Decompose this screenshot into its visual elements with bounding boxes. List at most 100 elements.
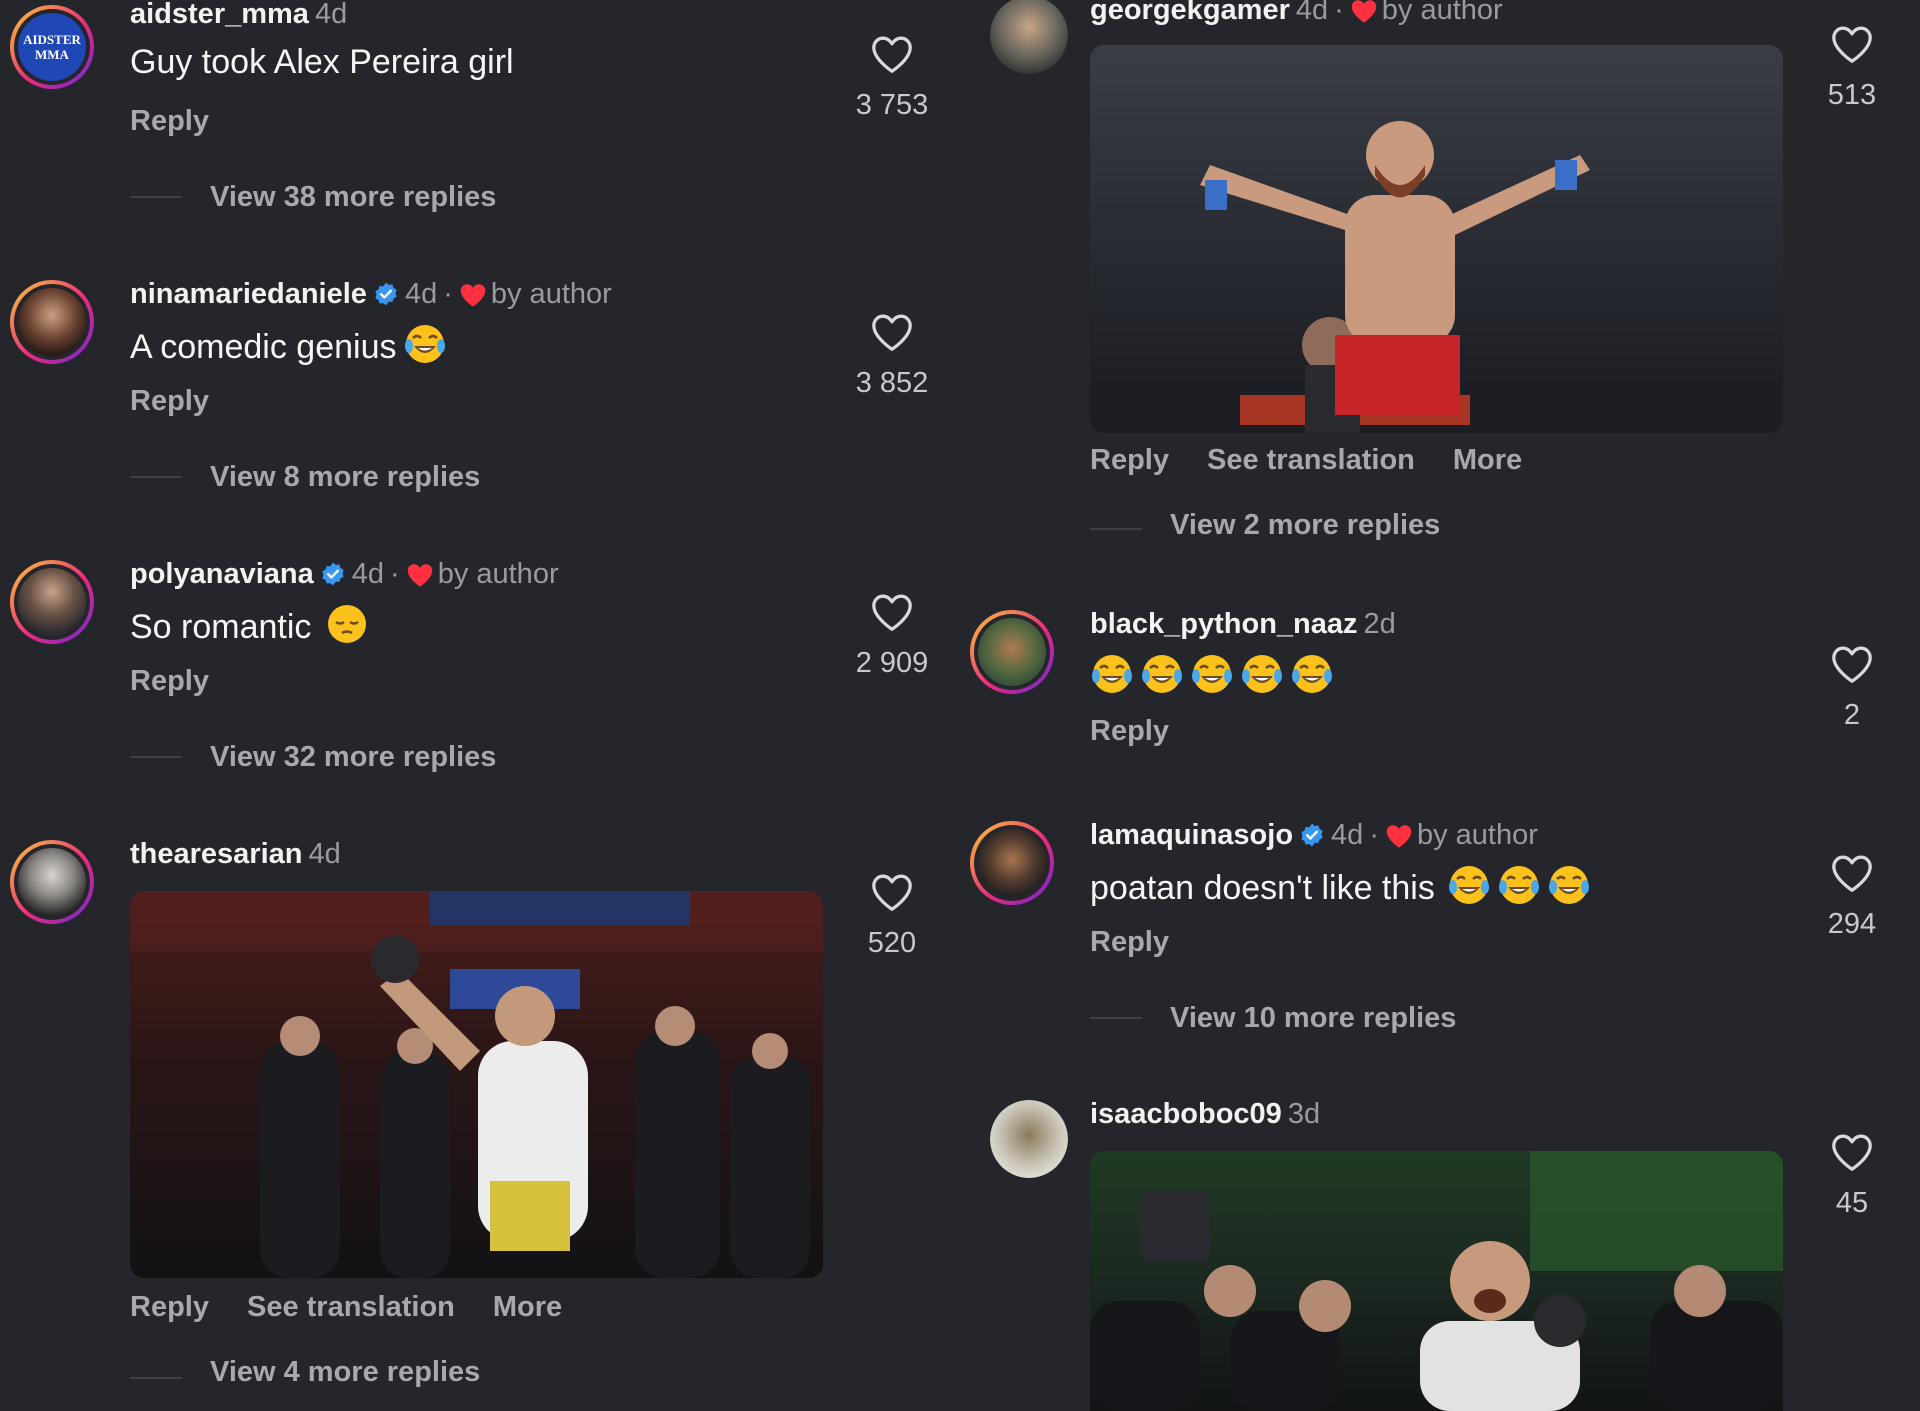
comment-text-content: A comedic genius	[130, 328, 397, 366]
comment-aidster-mma: AIDSTER MMA aidster_mma 4d Guy took Alex …	[0, 0, 960, 250]
gif-media-fighter-entrance[interactable]	[1090, 1151, 1783, 1411]
avatar[interactable]	[10, 840, 94, 924]
comment-header: lamaquinasojo 4d · by author	[1090, 818, 1538, 852]
view-replies-button[interactable]: View 2 more replies	[1170, 508, 1440, 542]
comment-georgekgamer: georgekgamer 4d · by author Reply See tr…	[960, 0, 1920, 556]
comment-text	[1084, 652, 1334, 697]
username[interactable]: aidster_mma	[130, 0, 309, 30]
face-with-tears-of-joy-emoji	[1292, 655, 1332, 693]
comment-actions: Reply See translation More	[1090, 443, 1560, 477]
like-count: 2 909	[855, 647, 929, 679]
view-replies-button[interactable]: View 4 more replies	[210, 1355, 480, 1389]
like-count: 2	[1843, 699, 1861, 731]
like-control: 2 909	[832, 592, 952, 680]
heart-outline-icon[interactable]	[870, 312, 914, 352]
timestamp: 2d	[1363, 608, 1396, 640]
comment-text: A comedic genius	[130, 322, 447, 367]
face-with-tears-of-joy-emoji	[1498, 866, 1539, 904]
timestamp: 4d	[314, 0, 348, 30]
gif-image	[1090, 1151, 1783, 1411]
liked-by-author-label: by author	[1416, 819, 1538, 851]
comment-actions: Reply	[1090, 714, 1207, 748]
face-with-tears-of-joy-emoji	[1142, 655, 1182, 693]
comment-text: So romantic	[130, 602, 369, 647]
avatar[interactable]	[10, 280, 94, 364]
view-replies-button[interactable]: View 38 more replies	[210, 180, 496, 214]
see-translation-button[interactable]: See translation	[247, 1291, 455, 1323]
reply-button[interactable]: Reply	[130, 105, 209, 137]
view-replies-button[interactable]: View 32 more replies	[210, 740, 496, 774]
username[interactable]: thearesarian	[130, 838, 303, 870]
liked-by-author-label: by author	[490, 278, 612, 310]
reply-button[interactable]: Reply	[130, 385, 209, 417]
reply-button[interactable]: Reply	[130, 1291, 209, 1323]
username[interactable]: polyanaviana	[130, 558, 314, 590]
face-with-tears-of-joy-emoji	[1548, 866, 1589, 904]
username[interactable]: georgekgamer	[1090, 0, 1290, 26]
heart-outline-icon[interactable]	[1830, 644, 1874, 684]
comment-text: Guy took Alex Pereira girl	[130, 43, 514, 81]
separator-dot: ·	[1369, 819, 1379, 851]
reply-button[interactable]: Reply	[1090, 926, 1169, 958]
timestamp: 4d	[308, 838, 341, 870]
pensive-face-emoji	[328, 605, 367, 643]
view-replies-button[interactable]: View 10 more replies	[1170, 1001, 1456, 1035]
username[interactable]: isaacboboc09	[1090, 1098, 1282, 1130]
reply-button[interactable]: Reply	[1090, 715, 1169, 747]
like-control: 3 852	[832, 312, 952, 400]
avatar[interactable]: AIDSTER MMA	[10, 5, 94, 89]
reply-button[interactable]: Reply	[130, 665, 209, 697]
avatar[interactable]	[10, 560, 94, 644]
comment-header: polyanaviana 4d · by author	[130, 557, 559, 591]
comment-actions: Reply	[130, 664, 247, 698]
timestamp: 4d	[1295, 0, 1329, 26]
like-count: 3 852	[855, 367, 929, 399]
comment-header: aidster_mma 4d	[130, 0, 347, 31]
like-count: 45	[1835, 1187, 1869, 1219]
heart-outline-icon[interactable]	[870, 872, 914, 912]
heart-outline-icon[interactable]	[1830, 853, 1874, 893]
avatar[interactable]	[970, 821, 1054, 905]
username[interactable]: black_python_naaz	[1090, 608, 1358, 640]
divider-line	[130, 476, 182, 478]
gif-image	[1090, 45, 1783, 433]
avatar[interactable]	[990, 1100, 1068, 1178]
comment-actions: Reply	[1090, 925, 1207, 959]
gif-image	[130, 891, 823, 1278]
heart-outline-icon[interactable]	[870, 34, 914, 74]
heart-outline-icon[interactable]	[1830, 1132, 1874, 1172]
heart-outline-icon[interactable]	[1830, 24, 1874, 64]
gif-media-fighter-walkout[interactable]	[130, 891, 823, 1278]
comment-text-content: So romantic	[130, 608, 312, 646]
more-button[interactable]: More	[493, 1291, 562, 1323]
divider-line	[1090, 1017, 1142, 1019]
comment-ninamariedaniele: ninamariedaniele 4d · by author A comedic g…	[0, 278, 960, 530]
reply-button[interactable]: Reply	[1090, 444, 1169, 476]
see-translation-button[interactable]: See translation	[1207, 444, 1415, 476]
divider-line	[130, 196, 182, 198]
like-control: 520	[832, 872, 952, 960]
face-with-tears-of-joy-emoji	[1192, 655, 1232, 693]
red-heart-icon	[1386, 825, 1412, 848]
separator-dot: ·	[390, 558, 400, 590]
username[interactable]: lamaquinasojo	[1090, 819, 1293, 851]
like-count: 294	[1827, 908, 1877, 940]
username[interactable]: ninamariedaniele	[130, 278, 367, 310]
red-heart-icon	[407, 564, 432, 587]
comment-actions: Reply See translation More	[130, 1290, 600, 1324]
heart-outline-icon[interactable]	[870, 592, 914, 632]
verified-badge-icon	[1301, 823, 1323, 847]
comment-polyanaviana: polyanaviana 4d · by author So romantic Rep…	[0, 557, 960, 810]
like-control: 3 753	[832, 34, 952, 122]
separator-dot: ·	[1334, 0, 1344, 26]
avatar[interactable]	[970, 610, 1054, 694]
face-with-tears-of-joy-emoji	[1448, 866, 1489, 904]
more-button[interactable]: More	[1453, 444, 1522, 476]
gif-media-fighter-celebration[interactable]	[1090, 45, 1783, 433]
avatar[interactable]	[990, 0, 1068, 74]
like-count: 520	[867, 927, 917, 959]
like-count: 3 753	[855, 89, 929, 121]
view-replies-button[interactable]: View 8 more replies	[210, 460, 480, 494]
timestamp: 4d	[404, 278, 438, 310]
separator-dot: ·	[443, 278, 453, 310]
